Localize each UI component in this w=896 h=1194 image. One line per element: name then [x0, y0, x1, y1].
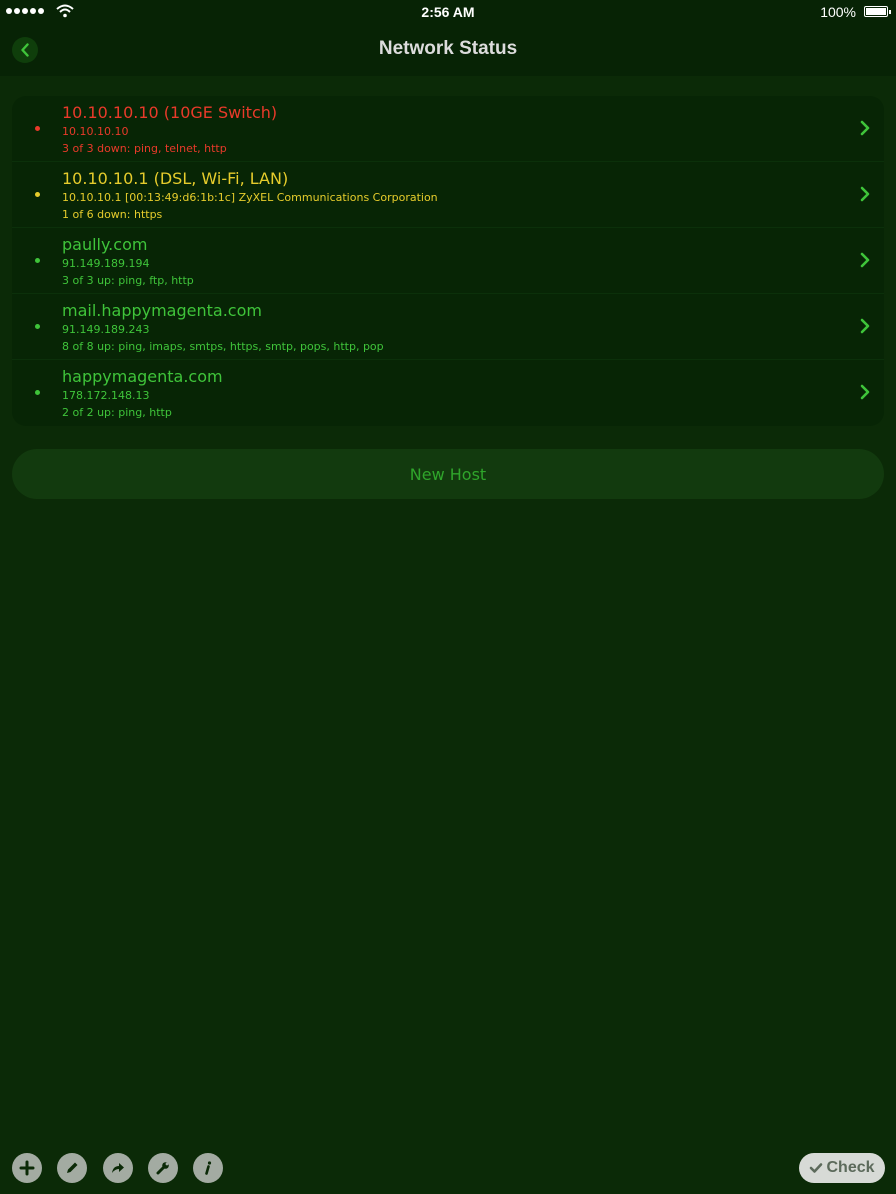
host-status: 2 of 2 up: ping, http: [62, 406, 172, 419]
battery-icon: [864, 6, 891, 17]
host-address: 10.10.10.1 [00:13:49:d6:1b:1c] ZyXEL Com…: [62, 191, 438, 204]
share-button[interactable]: [103, 1153, 133, 1183]
chevron-right-icon: [860, 318, 870, 334]
page-title: Network Status: [378, 38, 518, 59]
host-status: 3 of 3 down: ping, telnet, http: [62, 142, 227, 155]
host-name: paully.com: [62, 235, 148, 254]
chevron-right-icon: [860, 186, 870, 202]
host-name: mail.happymagenta.com: [62, 301, 262, 320]
host-name: 10.10.10.10 (10GE Switch): [62, 103, 278, 122]
host-address: 10.10.10.10: [62, 125, 129, 138]
host-address: 178.172.148.13: [62, 389, 150, 402]
info-button[interactable]: [193, 1153, 223, 1183]
info-icon: [205, 1161, 212, 1175]
chevron-right-icon: [860, 384, 870, 400]
check-label: Check: [826, 1159, 875, 1176]
host-row-mail[interactable]: mail.happymagenta.com 91.149.189.243 8 o…: [12, 294, 884, 360]
pencil-icon: [67, 1162, 78, 1173]
status-dot-icon: [35, 258, 40, 263]
wrench-icon: [156, 1162, 169, 1175]
status-dot-icon: [35, 192, 40, 197]
edit-button[interactable]: [57, 1153, 87, 1183]
host-row-switch[interactable]: 10.10.10.10 (10GE Switch) 10.10.10.10 3 …: [12, 96, 884, 162]
status-dot-icon: [35, 390, 40, 395]
status-dot-icon: [35, 324, 40, 329]
host-status: 1 of 6 down: https: [62, 208, 163, 221]
chevron-right-icon: [860, 252, 870, 268]
plus-icon: [19, 1160, 35, 1176]
add-button[interactable]: [12, 1153, 42, 1183]
host-address: 91.149.189.243: [62, 323, 150, 336]
host-name: happymagenta.com: [62, 367, 223, 386]
host-address: 91.149.189.194: [62, 257, 150, 270]
settings-button[interactable]: [148, 1153, 178, 1183]
host-row-paully[interactable]: paully.com 91.149.189.194 3 of 3 up: pin…: [12, 228, 884, 294]
status-time: 2:56 AM: [421, 4, 475, 20]
check-button[interactable]: Check: [799, 1153, 885, 1183]
battery-percentage: 100%: [820, 4, 856, 20]
navigation-bar: Network Status: [0, 24, 896, 76]
host-status: 8 of 8 up: ping, imaps, smtps, https, sm…: [62, 340, 384, 353]
host-status: 3 of 3 up: ping, ftp, http: [62, 274, 194, 287]
checkmark-icon: [810, 1163, 823, 1173]
host-row-dsl[interactable]: 10.10.10.1 (DSL, Wi-Fi, LAN) 10.10.10.1 …: [12, 162, 884, 228]
new-host-button[interactable]: New Host: [12, 449, 884, 499]
host-row-happymagenta[interactable]: happymagenta.com 178.172.148.13 2 of 2 u…: [12, 360, 884, 426]
status-dot-icon: [35, 126, 40, 131]
status-bar: 2:56 AM 100%: [0, 0, 896, 24]
chevron-right-icon: [860, 120, 870, 136]
share-icon: [112, 1163, 124, 1173]
host-name: 10.10.10.1 (DSL, Wi-Fi, LAN): [62, 169, 289, 188]
host-list: 10.10.10.10 (10GE Switch) 10.10.10.10 3 …: [12, 96, 884, 426]
